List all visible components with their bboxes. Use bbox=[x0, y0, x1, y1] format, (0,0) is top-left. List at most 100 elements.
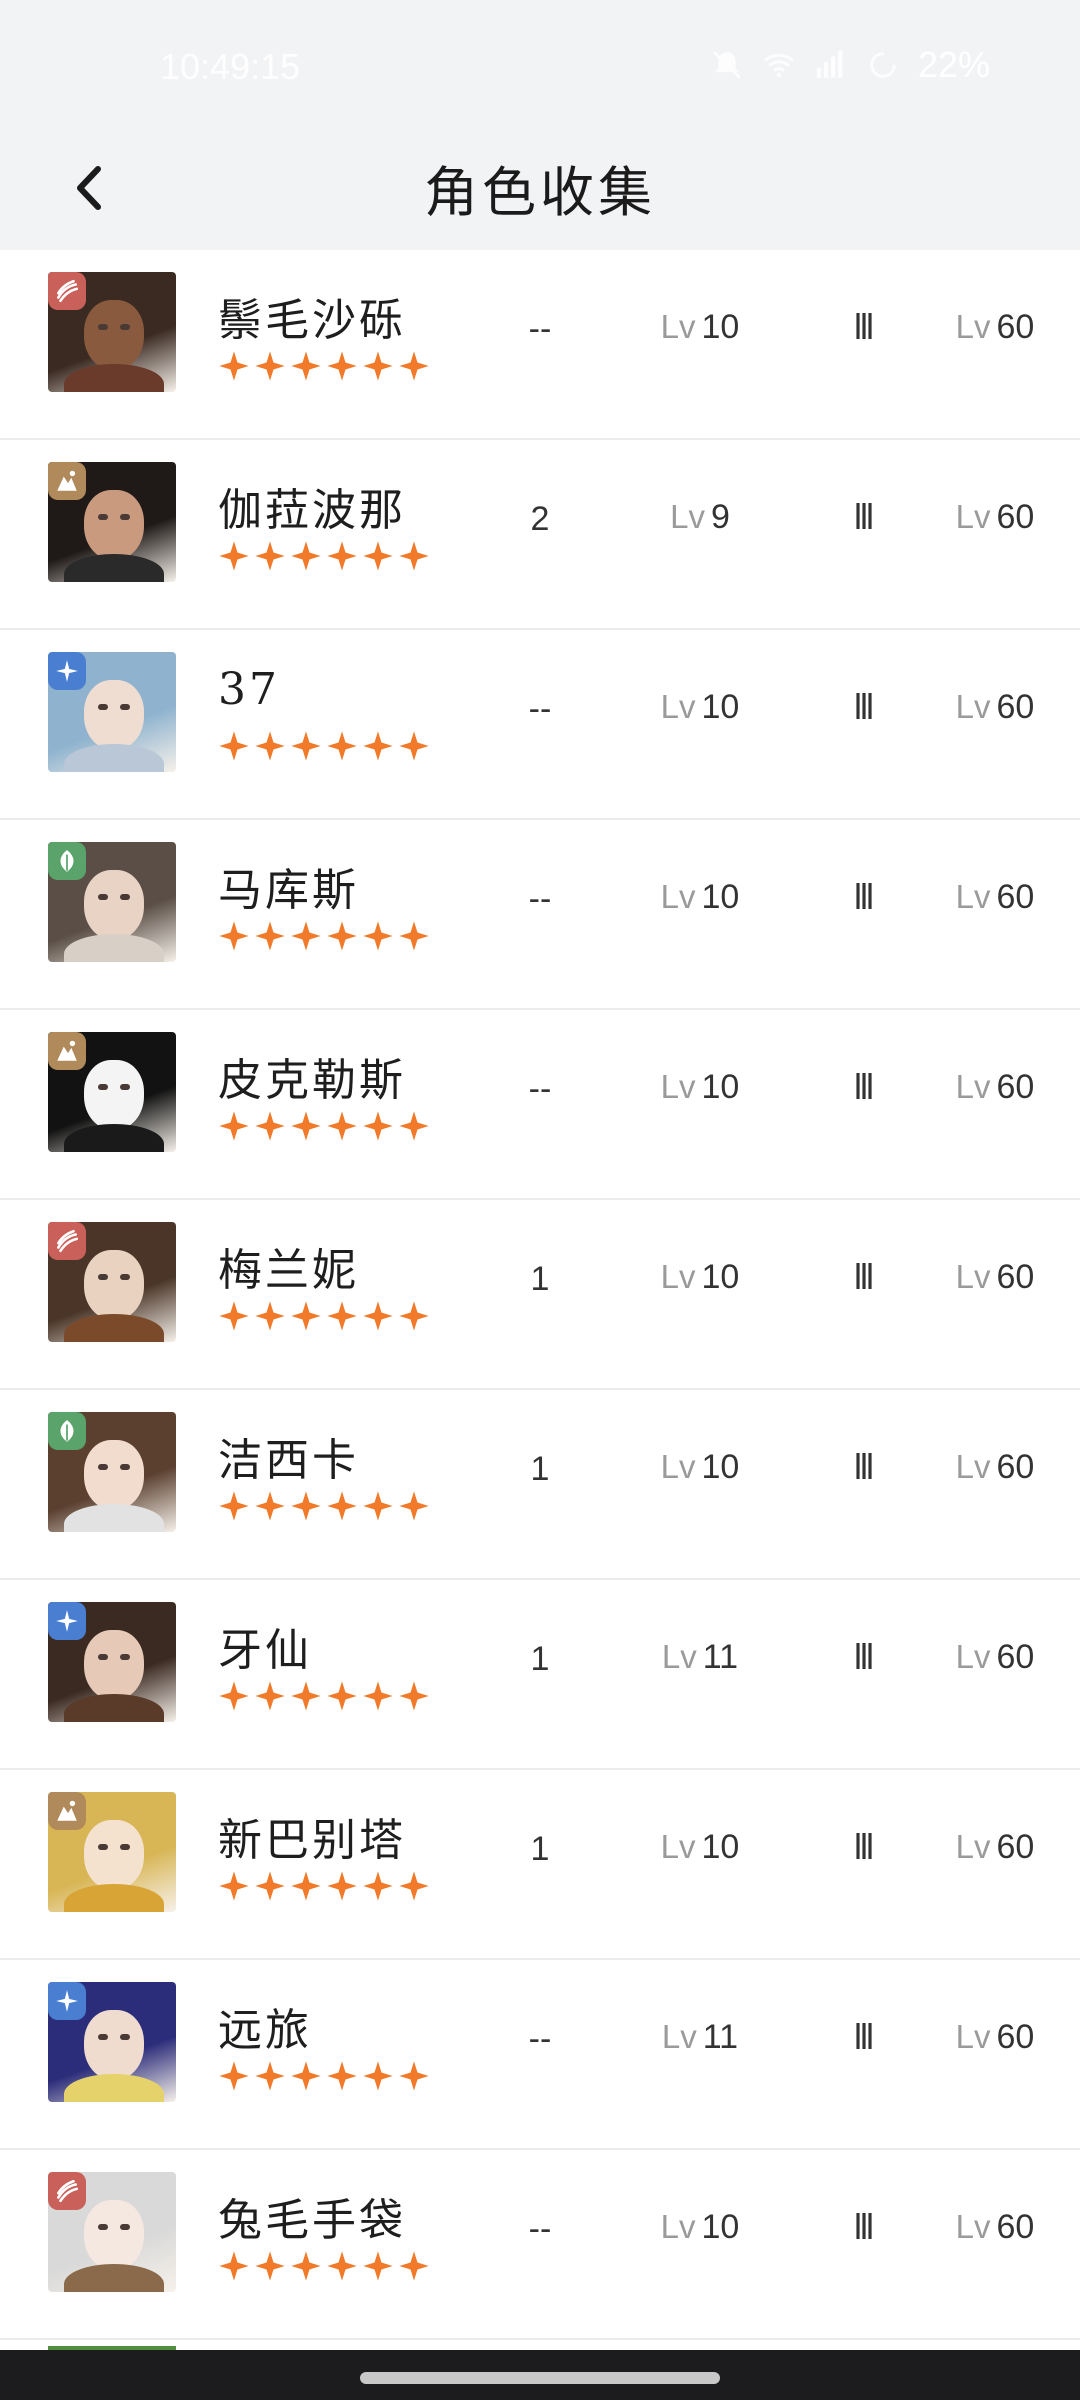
max-level-value: 60 bbox=[996, 1828, 1035, 1866]
rarity-star-icon bbox=[327, 1111, 357, 1141]
max-level-prefix: Lv bbox=[955, 1258, 991, 1295]
character-name: 梅兰妮 bbox=[218, 1245, 359, 1296]
rarity-star-icon bbox=[291, 1111, 321, 1141]
level-value: 10 bbox=[701, 878, 740, 916]
rarity-star-icon bbox=[363, 541, 393, 571]
rarity-stars bbox=[218, 1300, 430, 1332]
duplicate-count: -- bbox=[528, 310, 552, 348]
rarity-stars bbox=[218, 920, 430, 952]
rarity-star-icon bbox=[255, 1681, 285, 1711]
current-level: Lv 10 bbox=[620, 308, 780, 347]
character-avatar bbox=[48, 1412, 176, 1532]
max-level-prefix: Lv bbox=[955, 308, 991, 345]
insight-rank: lll bbox=[854, 2206, 874, 2247]
rarity-star-icon bbox=[219, 731, 249, 761]
max-level: Lv 60 bbox=[930, 1068, 1060, 1107]
rarity-stars bbox=[218, 350, 430, 382]
insight-rank: lll bbox=[854, 1066, 874, 1107]
rarity-star-icon bbox=[399, 1871, 429, 1901]
rarity-star-icon bbox=[291, 1301, 321, 1331]
character-name: 新巴别塔 bbox=[218, 1815, 406, 1866]
level-prefix: Lv bbox=[660, 1258, 696, 1295]
character-row[interactable]: 牙仙 1 Lv 11 lll Lv 60 bbox=[0, 1580, 1080, 1770]
character-avatar bbox=[48, 1792, 176, 1912]
rarity-star-icon bbox=[399, 1301, 429, 1331]
character-name: 鬃毛沙砾 bbox=[218, 295, 406, 346]
wifi-icon bbox=[763, 53, 795, 78]
character-row[interactable]: 37 -- Lv 10 lll Lv 60 bbox=[0, 630, 1080, 820]
beast-claw-icon bbox=[48, 2172, 86, 2210]
character-name: 马库斯 bbox=[218, 865, 359, 916]
level-value: 10 bbox=[701, 1068, 740, 1106]
max-level-value: 60 bbox=[996, 498, 1035, 536]
beast-claw-icon bbox=[48, 1222, 86, 1260]
character-avatar bbox=[48, 1602, 176, 1722]
rarity-star-icon bbox=[399, 2251, 429, 2281]
character-row[interactable]: 伽菈波那 2 Lv 9 lll Lv 60 bbox=[0, 440, 1080, 630]
rarity-star-icon bbox=[327, 1491, 357, 1521]
rarity-star-icon bbox=[255, 1491, 285, 1521]
character-name: 远旅 bbox=[218, 2005, 312, 2056]
max-level: Lv 60 bbox=[930, 878, 1060, 917]
level-prefix: Lv bbox=[660, 1068, 696, 1105]
duplicate-count: -- bbox=[528, 2020, 552, 2058]
rarity-stars bbox=[218, 730, 430, 762]
rarity-star-icon bbox=[291, 2251, 321, 2281]
character-list[interactable]: 鬃毛沙砾 -- Lv 10 lll Lv 60 伽菈波那 2 Lv 9 lll Lv 60 37 -- Lv 10… bbox=[0, 250, 1080, 2350]
max-level-value: 60 bbox=[996, 308, 1035, 346]
home-handle[interactable] bbox=[360, 2372, 720, 2384]
character-row[interactable]: 鬃毛沙砾 -- Lv 10 lll Lv 60 bbox=[0, 250, 1080, 440]
max-level: Lv 60 bbox=[930, 2208, 1060, 2247]
max-level-prefix: Lv bbox=[955, 878, 991, 915]
character-avatar bbox=[48, 842, 176, 962]
character-name: 牙仙 bbox=[218, 1625, 312, 1676]
duplicate-count: 1 bbox=[530, 1450, 550, 1488]
rarity-star-icon bbox=[327, 921, 357, 951]
rarity-star-icon bbox=[363, 921, 393, 951]
character-row[interactable]: 皮克勒斯 -- Lv 10 lll Lv 60 bbox=[0, 1010, 1080, 1200]
rarity-star-icon bbox=[363, 1301, 393, 1331]
character-row[interactable]: 梅兰妮 1 Lv 10 lll Lv 60 bbox=[0, 1200, 1080, 1390]
level-value: 10 bbox=[701, 308, 740, 346]
rarity-star-icon bbox=[291, 731, 321, 761]
character-row[interactable]: 远旅 -- Lv 11 lll Lv 60 bbox=[0, 1960, 1080, 2150]
level-prefix: Lv bbox=[660, 1448, 696, 1485]
character-row[interactable]: 兔毛手袋 -- Lv 10 lll Lv 60 bbox=[0, 2150, 1080, 2340]
mineral-icon bbox=[48, 462, 86, 500]
rarity-star-icon bbox=[327, 2251, 357, 2281]
character-row[interactable]: 马库斯 -- Lv 10 lll Lv 60 bbox=[0, 820, 1080, 1010]
character-row[interactable]: 洁西卡 1 Lv 10 lll Lv 60 bbox=[0, 1390, 1080, 1580]
level-value: 10 bbox=[701, 688, 740, 726]
level-prefix: Lv bbox=[661, 2018, 697, 2055]
level-prefix: Lv bbox=[660, 1828, 696, 1865]
rarity-stars bbox=[218, 2250, 430, 2282]
navigation-bar bbox=[0, 2350, 1080, 2400]
rarity-star-icon bbox=[327, 731, 357, 761]
mineral-icon bbox=[48, 1032, 86, 1070]
rarity-star-icon bbox=[327, 351, 357, 381]
rarity-star-icon bbox=[255, 351, 285, 381]
rarity-star-icon bbox=[219, 1871, 249, 1901]
current-level: Lv 11 bbox=[620, 2018, 780, 2057]
rarity-star-icon bbox=[219, 1491, 249, 1521]
status-bar: 10:49:15 22% bbox=[0, 0, 1080, 130]
rarity-star-icon bbox=[219, 541, 249, 571]
star-icon bbox=[48, 652, 86, 690]
max-level-prefix: Lv bbox=[955, 1828, 991, 1865]
rarity-star-icon bbox=[363, 2061, 393, 2091]
current-level: Lv 10 bbox=[620, 2208, 780, 2247]
rarity-star-icon bbox=[399, 541, 429, 571]
rarity-star-icon bbox=[399, 1491, 429, 1521]
character-name: 皮克勒斯 bbox=[218, 1055, 406, 1106]
duplicate-count: -- bbox=[528, 2210, 552, 2248]
rarity-star-icon bbox=[327, 1871, 357, 1901]
rarity-star-icon bbox=[399, 351, 429, 381]
rarity-star-icon bbox=[399, 1681, 429, 1711]
current-level: Lv 10 bbox=[620, 1258, 780, 1297]
rarity-star-icon bbox=[255, 1111, 285, 1141]
mineral-icon bbox=[48, 1792, 86, 1830]
rarity-star-icon bbox=[219, 1111, 249, 1141]
character-row[interactable]: 新巴别塔 1 Lv 10 lll Lv 60 bbox=[0, 1770, 1080, 1960]
level-value: 11 bbox=[702, 2018, 739, 2056]
insight-rank: lll bbox=[854, 2016, 874, 2057]
